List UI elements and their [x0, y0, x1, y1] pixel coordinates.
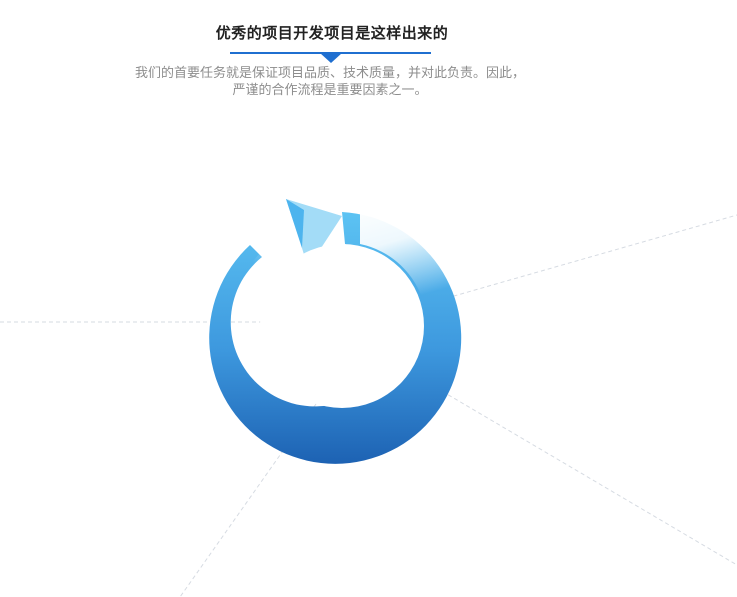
process-cycle-graphic [0, 199, 737, 597]
ring-center [260, 244, 424, 408]
guide-line-bottom-right [417, 376, 737, 566]
guide-line-top-right [439, 214, 737, 301]
circular-arrow-icon [209, 199, 466, 464]
